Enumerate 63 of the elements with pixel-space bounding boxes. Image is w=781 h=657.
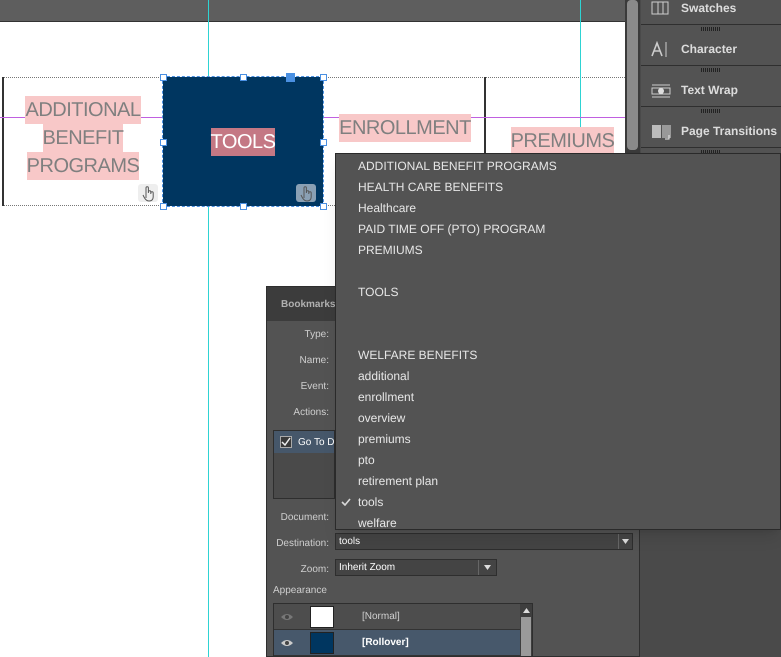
scrollbar[interactable] — [520, 604, 532, 656]
selection-handle[interactable] — [320, 74, 327, 81]
section-label: Appearance — [273, 584, 327, 598]
field-label: Type: — [304, 328, 329, 342]
action-row[interactable]: Go To D — [274, 431, 334, 453]
button-label: PROGRAMS — [26, 152, 140, 180]
button-label: ENROLLMENT — [339, 114, 471, 142]
menu-item[interactable]: welfare — [336, 512, 780, 533]
selection-handle[interactable] — [320, 139, 327, 146]
menu-item[interactable]: premiums — [336, 428, 780, 449]
button-label: BENEFIT — [42, 124, 124, 152]
zoom-dropdown[interactable]: Inherit Zoom — [335, 559, 497, 576]
check-icon — [281, 437, 291, 447]
menu-item[interactable]: Healthcare — [336, 197, 780, 218]
selection-handle[interactable] — [240, 74, 247, 81]
menu-item[interactable]: ADDITIONAL BENEFIT PROGRAMS — [336, 155, 780, 176]
button-label: PREMIUMS — [510, 127, 614, 155]
menu-item[interactable]: overview — [336, 407, 780, 428]
appearance-list[interactable]: [Normal] [Rollover] — [273, 603, 533, 657]
panel-tab[interactable]: Character — [641, 33, 781, 66]
appearance-row[interactable]: [Normal] — [274, 604, 520, 630]
field-label: Event: — [300, 380, 329, 394]
actions-list[interactable]: Go To D — [273, 430, 335, 499]
menu-item[interactable]: additional — [336, 365, 780, 386]
eye-icon — [281, 638, 293, 646]
button-label: TOOLS — [210, 128, 276, 156]
caret-icon — [622, 539, 629, 544]
button-frame[interactable]: TOOLS — [163, 77, 323, 206]
menu-item[interactable]: HEALTH CARE BENEFITS — [336, 176, 780, 197]
destination-dropdown[interactable]: tools — [335, 533, 633, 550]
menu-item[interactable]: WELFARE BENEFITS — [336, 344, 780, 365]
appearance-row[interactable]: [Rollover] — [274, 630, 520, 656]
button-label: ADDITIONAL — [25, 96, 141, 124]
anchor-handle[interactable] — [286, 73, 295, 82]
selection-handle[interactable] — [320, 203, 327, 210]
panel-title: Bookmarks — [281, 298, 336, 312]
text-wrap-icon — [651, 82, 672, 98]
menu-item[interactable]: PREMIUMS — [336, 239, 780, 260]
menu-item[interactable]: TOOLS — [336, 281, 780, 302]
field-label: Document: — [280, 511, 329, 525]
scroll-up-icon — [522, 608, 530, 613]
selection-handle[interactable] — [160, 203, 167, 210]
menu-item[interactable]: retirement plan — [336, 470, 780, 491]
panel-tab[interactable]: Page Transitions — [641, 115, 781, 148]
selection-handle[interactable] — [240, 203, 247, 210]
field-label: Actions: — [293, 406, 329, 420]
scrollbar-thumb[interactable] — [627, 0, 638, 150]
selection-handle[interactable] — [160, 74, 167, 81]
eye-icon — [281, 612, 293, 620]
menu-item[interactable]: tools — [336, 491, 780, 512]
caret-icon — [484, 565, 491, 570]
menu-item[interactable]: pto — [336, 449, 780, 470]
menu-item[interactable]: PAID TIME OFF (PTO) PROGRAM — [336, 218, 780, 239]
field-label: Name: — [300, 354, 329, 368]
pages-icon — [651, 122, 672, 140]
selection-handle[interactable] — [160, 139, 167, 146]
menu-item[interactable]: enrollment — [336, 386, 780, 407]
panel-tab[interactable]: Text Wrap — [641, 74, 781, 107]
field-label: Zoom: — [300, 563, 329, 577]
checkbox[interactable] — [280, 436, 292, 448]
panel-tab[interactable]: Swatches — [641, 0, 781, 25]
scrollbar-thumb[interactable] — [521, 617, 531, 656]
field-label: Destination: — [276, 537, 329, 551]
